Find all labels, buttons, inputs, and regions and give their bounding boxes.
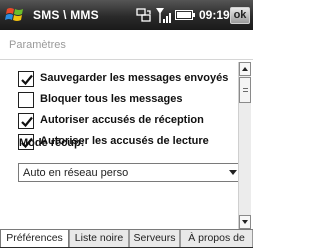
option-label: Bloquer tous les messages: [40, 93, 183, 105]
option-label: Sauvegarder les messages envoyés: [40, 72, 229, 84]
app-title: SMS \ MMS: [33, 8, 99, 22]
clock[interactable]: 09:19: [199, 8, 230, 22]
tab-servers[interactable]: Serveurs: [129, 230, 180, 248]
tab-preferences[interactable]: Préférences: [0, 230, 69, 248]
ok-button[interactable]: ok: [230, 7, 250, 24]
battery-icon[interactable]: [175, 10, 195, 20]
scroll-down-button[interactable]: [239, 215, 251, 229]
page-title: Paramètres: [9, 39, 66, 51]
scroll-thumb[interactable]: [239, 77, 251, 103]
title-bar: SMS \ MMS 09:19 ok: [0, 0, 253, 30]
tab-about[interactable]: À propos de: [180, 230, 253, 248]
delivery-receipts-checkbox[interactable]: [18, 113, 34, 129]
option-delivery-receipts[interactable]: Autoriser accusés de réception: [18, 113, 238, 129]
signal-icon[interactable]: [155, 6, 171, 24]
sync-icon[interactable]: [136, 7, 152, 23]
scrollbar[interactable]: [238, 62, 251, 229]
windows-start-icon[interactable]: [5, 5, 25, 25]
page-header: Paramètres: [0, 30, 253, 60]
chevron-down-icon[interactable]: [229, 170, 237, 175]
tab-bar: Préférences Liste noire Serveurs À propo…: [0, 229, 253, 248]
option-label: Autoriser accusés de réception: [40, 114, 204, 126]
save-sent-checkbox[interactable]: [18, 71, 34, 87]
mode-select-value: Auto en réseau perso: [23, 167, 129, 179]
checkmark-icon: [21, 74, 33, 86]
checkmark-icon: [21, 116, 33, 128]
scroll-up-button[interactable]: [239, 62, 251, 76]
mode-select[interactable]: Auto en réseau perso: [18, 163, 244, 182]
tab-blacklist[interactable]: Liste noire: [69, 230, 129, 248]
mode-label: Mode récup:: [19, 137, 85, 149]
option-block-all[interactable]: Bloquer tous les messages: [18, 92, 238, 108]
option-save-sent[interactable]: Sauvegarder les messages envoyés: [18, 71, 238, 87]
block-all-checkbox[interactable]: [18, 92, 34, 108]
